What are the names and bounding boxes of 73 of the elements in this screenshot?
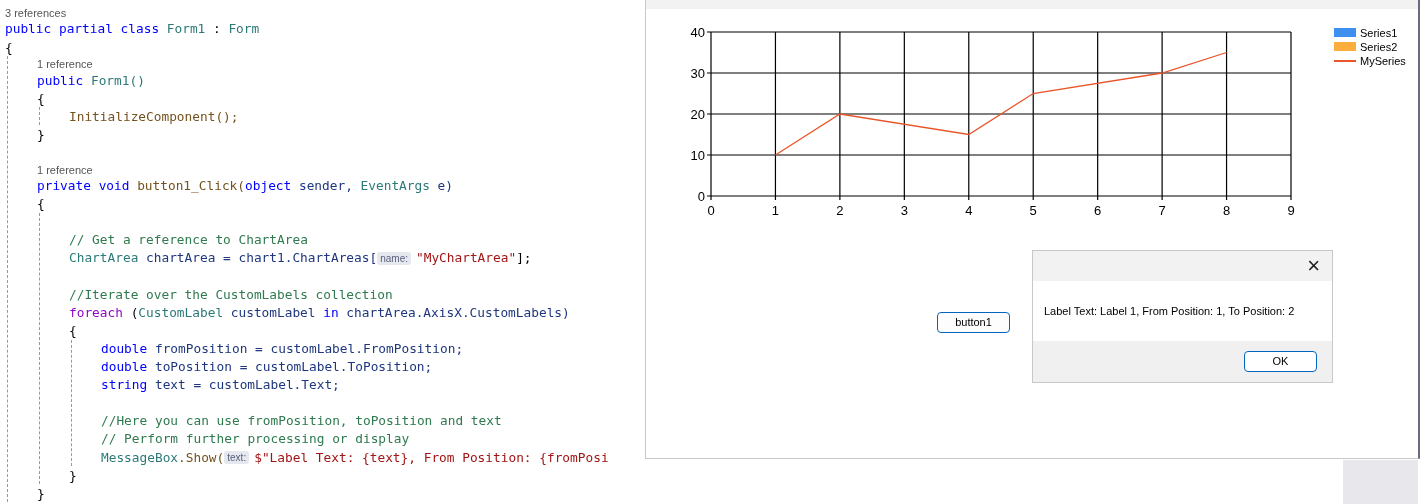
axis-label: 0 — [707, 203, 715, 218]
legend-line-icon — [1334, 60, 1356, 62]
code-comment: // Perform further processing or display — [101, 430, 410, 449]
code-token: InitializeComponent(); — [69, 107, 239, 126]
close-button[interactable]: × — [1303, 255, 1324, 277]
code-token: Form1 — [166, 20, 206, 39]
code-token: foreach — [69, 303, 123, 322]
code-comment: //Iterate over the CustomLabels collection — [69, 285, 393, 304]
legend-swatch-icon — [1334, 28, 1356, 37]
legend-label: MySeries — [1360, 55, 1406, 67]
ok-button[interactable]: OK — [1244, 351, 1317, 372]
code-token: chartArea.AxisX.CustomLabels) — [346, 303, 570, 322]
code-token: double — [101, 339, 148, 358]
code-token: $"Label Text: {text}, From Position: {fromPosi — [254, 448, 609, 467]
code-comment: //Here you can use fromPosition, toPosition and text — [101, 412, 502, 431]
code-token: { — [37, 195, 45, 214]
axis-label: 9 — [1287, 203, 1295, 218]
axis-label: 40 — [690, 24, 705, 40]
code-token: { — [5, 38, 13, 57]
code-token: customLabel — [230, 303, 316, 322]
code-token: fromPosition = customLabel.FromPosition; — [154, 339, 464, 358]
code-token: EventArgs — [360, 177, 430, 196]
parameter-hint: name: — [377, 251, 411, 265]
reference-count[interactable]: 3 references — [5, 7, 67, 20]
code-token: Form1() — [90, 71, 145, 90]
code-token: MessageBox — [101, 448, 179, 467]
code-comment: // Get a reference to ChartArea — [69, 231, 308, 250]
code-token: ( — [130, 303, 139, 322]
code-token: double — [101, 358, 148, 377]
code-token: toPosition = customLabel.ToPosition; — [154, 358, 433, 377]
code-token: : — [213, 20, 221, 39]
reference-count[interactable]: 1 reference — [37, 58, 93, 72]
code-token: in — [323, 303, 339, 322]
code-token: public — [37, 71, 84, 90]
axis-label: 30 — [690, 65, 705, 81]
code-token: } — [37, 125, 45, 144]
code-token: } — [69, 466, 77, 485]
dialog-message: Label Text: Label 1, From Position: 1, To Position: 2 — [1044, 303, 1295, 319]
axis-label: 6 — [1094, 203, 1102, 218]
code-token: } — [37, 484, 45, 503]
legend-label: Series1 — [1360, 27, 1398, 39]
reference-count[interactable]: 1 reference — [37, 163, 93, 177]
code-token: button1_Click( — [137, 177, 245, 196]
form-button[interactable]: button1 — [937, 312, 1010, 333]
axis-label: 10 — [690, 147, 705, 163]
legend-label: Series2 — [1360, 41, 1398, 53]
parameter-hint: text: — [224, 450, 250, 464]
legend-swatch-icon — [1334, 42, 1356, 51]
code-token: private void — [37, 177, 130, 196]
code-token: Form — [228, 20, 260, 39]
code-token: { — [37, 89, 45, 108]
axis-label: 1 — [771, 203, 780, 218]
code-token: chartArea = chart1.ChartAreas[ — [146, 249, 378, 268]
axis-label: 20 — [690, 106, 705, 122]
axis-label: 2 — [836, 203, 844, 218]
code-token: "MyChartArea" — [415, 249, 517, 268]
code-token: e) — [437, 177, 453, 196]
code-token: ]; — [516, 249, 532, 268]
code-token: CustomLabel — [138, 303, 224, 322]
code-token: ChartArea — [69, 249, 139, 268]
axis-label: 0 — [697, 188, 705, 204]
code-token: object — [245, 177, 292, 196]
code-token: .Show( — [178, 448, 225, 467]
code-token: string — [101, 376, 148, 395]
code-token: public partial class — [5, 20, 160, 39]
code-token: text = customLabel.Text; — [154, 376, 340, 395]
axis-label: 3 — [900, 203, 908, 218]
code-token: { — [69, 321, 77, 340]
axis-label: 4 — [965, 203, 973, 218]
axis-label: 8 — [1222, 203, 1231, 218]
axis-label: 5 — [1029, 203, 1037, 218]
code-token: sender, — [298, 177, 353, 196]
axis-label: 7 — [1158, 203, 1166, 218]
